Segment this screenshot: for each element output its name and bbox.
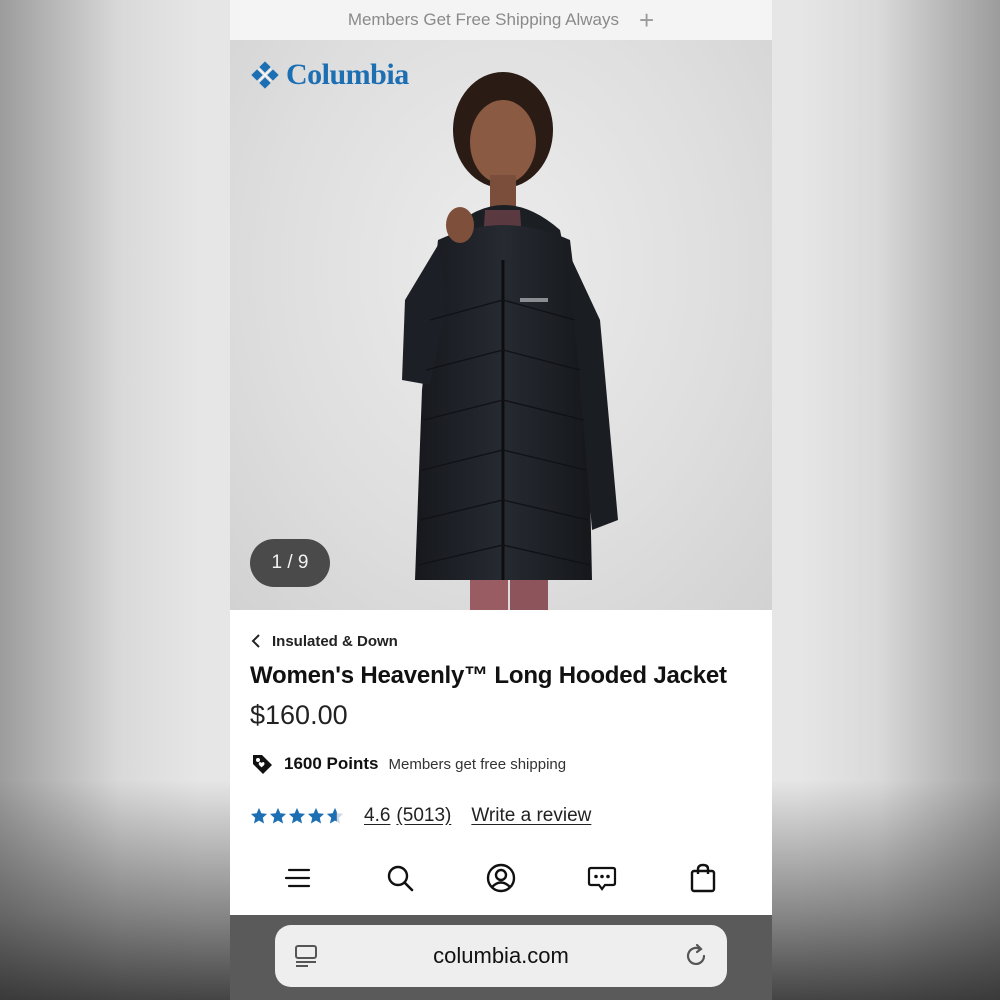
url-text: columbia.com	[433, 943, 569, 968]
write-review-link[interactable]: Write a review	[471, 805, 591, 827]
chevron-left-icon	[251, 634, 260, 648]
points-value: 1600 Points	[284, 754, 379, 773]
promo-text: Members Get Free Shipping Always	[347, 10, 619, 29]
star-icon	[288, 807, 306, 824]
star-icon	[250, 807, 268, 824]
breadcrumb[interactable]: Insulated & Down	[250, 630, 752, 652]
product-photo	[402, 72, 618, 610]
rating-row: 4.6 (5013) Write a review	[250, 801, 752, 831]
menu-icon[interactable]	[281, 860, 317, 896]
rewards-row: 1600 Points Members get free shipping	[250, 749, 752, 779]
product-title: Women's Heavenly™ Long Hooded Jacket	[250, 662, 727, 689]
star-icon	[307, 807, 325, 824]
address-bar[interactable]: columbia.com	[275, 925, 727, 987]
image-counter: 1 / 9	[250, 539, 330, 587]
half-star-icon	[326, 807, 344, 824]
reload-icon[interactable]	[683, 943, 709, 969]
mobile-page: Members Get Free Shipping Always + Colum…	[230, 0, 772, 1000]
product-image-gallery[interactable]: Columbia 1 / 9	[230, 40, 772, 610]
rating-score-link[interactable]: 4.6	[364, 805, 390, 827]
plus-icon[interactable]: +	[639, 7, 654, 33]
promo-banner[interactable]: Members Get Free Shipping Always +	[230, 0, 772, 40]
star-icon	[269, 807, 287, 824]
chat-icon[interactable]	[584, 860, 620, 896]
bottom-nav	[230, 840, 772, 915]
search-icon[interactable]	[382, 860, 418, 896]
breadcrumb-label: Insulated & Down	[272, 632, 398, 650]
star-rating	[250, 807, 344, 825]
account-icon[interactable]	[483, 860, 519, 896]
shipping-note: Members get free shipping	[388, 755, 567, 773]
browser-bar: columbia.com	[230, 915, 772, 1000]
price-tag-icon	[253, 755, 272, 774]
columbia-diamond-icon	[251, 61, 279, 89]
product-info: Insulated & Down Women's Heavenly™ Long …	[230, 610, 772, 831]
review-count-link[interactable]: (5013)	[396, 805, 451, 827]
page-menu-icon[interactable]	[293, 943, 319, 969]
product-price: $160.00	[250, 700, 348, 730]
bag-icon[interactable]	[685, 860, 721, 896]
